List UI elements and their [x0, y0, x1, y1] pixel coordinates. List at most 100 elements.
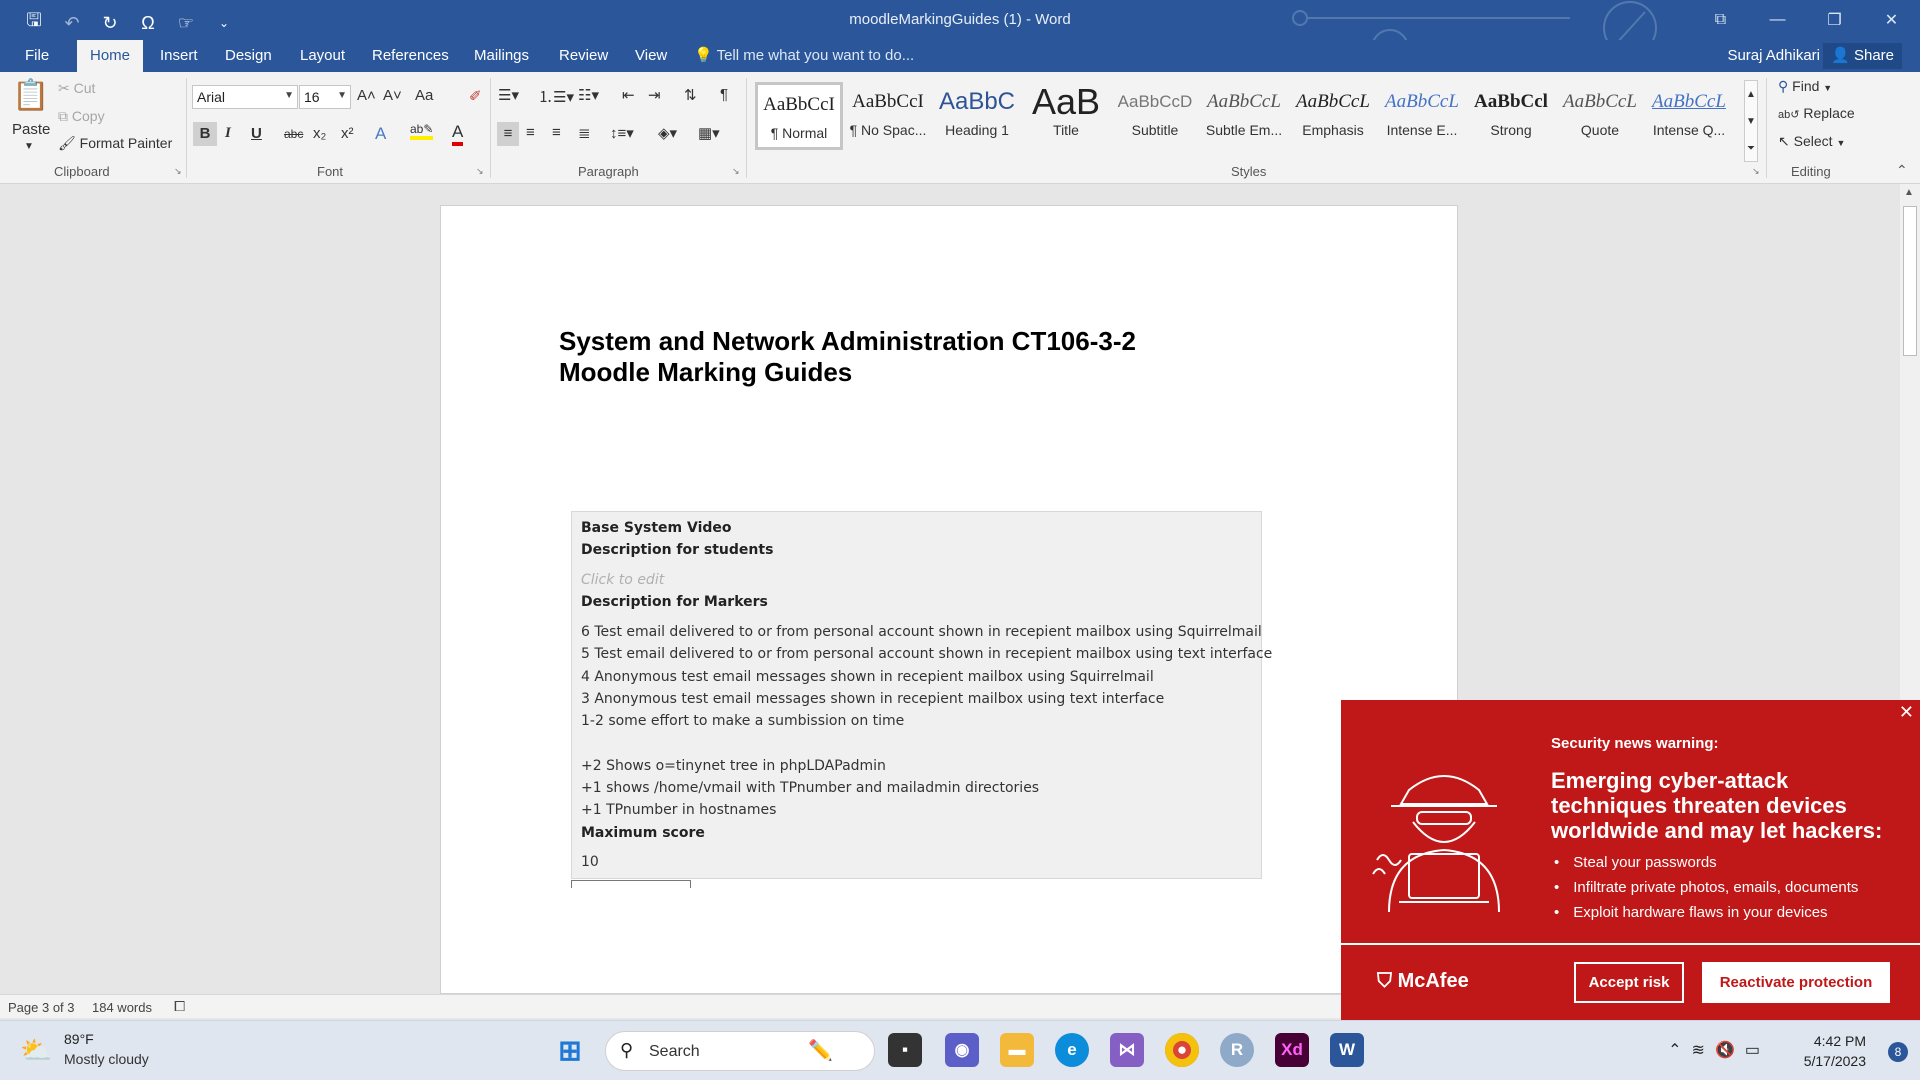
tell-me-search[interactable]: 💡 Tell me what you want to do... [694, 40, 914, 72]
paste-dropdown-icon[interactable]: ▼ [24, 141, 34, 152]
style-normal[interactable]: AaBbCcI ¶ Normal [755, 82, 843, 150]
battery-icon[interactable]: ▭ [1745, 1042, 1770, 1059]
shading-icon[interactable]: ◈▾ [658, 124, 677, 142]
sort-icon[interactable]: ⇅ [684, 86, 697, 104]
page-count[interactable]: Page 3 of 3 [8, 1000, 75, 1015]
file-explorer-icon[interactable]: ▬ [1000, 1033, 1034, 1067]
grow-font-button[interactable]: A˄ [357, 87, 376, 104]
clipboard-launcher-icon[interactable]: ↘ [174, 166, 182, 177]
tab-insert[interactable]: Insert [147, 40, 211, 72]
style-quote[interactable]: AaBbCcL Quote [1556, 82, 1644, 150]
bullets-icon[interactable]: ☰▾ [498, 86, 519, 104]
chrome-icon[interactable]: ● [1165, 1033, 1199, 1067]
tab-view[interactable]: View [622, 40, 680, 72]
style-intense-quote[interactable]: AaBbCcL Intense Q... [1645, 82, 1733, 150]
decrease-indent-icon[interactable]: ⇤ [622, 86, 635, 104]
style-no-spacing[interactable]: AaBbCcI ¶ No Spac... [844, 82, 932, 150]
style-intense-emphasis[interactable]: AaBbCcL Intense E... [1378, 82, 1466, 150]
chat-icon[interactable]: ◉ [945, 1033, 979, 1067]
superscript-button[interactable]: x² [341, 125, 354, 142]
font-name-combo[interactable]: Arial ▼ [192, 85, 298, 109]
wifi-icon[interactable]: ≋ [1692, 1042, 1715, 1059]
strikethrough-button[interactable]: abc [284, 127, 303, 141]
start-icon[interactable]: ⊞ [553, 1033, 587, 1067]
adobe-xd-icon[interactable]: Xd [1275, 1033, 1309, 1067]
styles-scroll-icon[interactable]: ▲ ▼ ⏷ [1744, 80, 1758, 162]
underline-button[interactable]: U [251, 125, 262, 142]
bold-button[interactable]: B [193, 122, 217, 146]
text-effects-icon[interactable]: A [375, 124, 386, 144]
select-button[interactable]: ↖ Select ▼ [1778, 133, 1845, 150]
style-subtitle[interactable]: AaBbCcD Subtitle [1111, 82, 1199, 150]
align-center-icon[interactable]: ≡ [526, 124, 535, 141]
tab-layout[interactable]: Layout [287, 40, 358, 72]
styles-launcher-icon[interactable]: ↘ [1752, 166, 1760, 177]
proofing-icon[interactable]: ⧠ [174, 998, 185, 1015]
accept-risk-button[interactable]: Accept risk [1574, 962, 1684, 1003]
multilevel-list-icon[interactable]: ☷▾ [578, 86, 599, 104]
cut-button[interactable]: ✂ Cut [58, 80, 95, 97]
ribbon-display-icon[interactable]: ⧉ [1692, 0, 1749, 40]
restore-button[interactable]: ❐ [1806, 0, 1863, 40]
numbering-icon[interactable]: ⒈☰▾ [538, 86, 574, 107]
document-page[interactable]: System and Network Administration CT106-… [440, 205, 1458, 994]
paste-button[interactable]: Paste [12, 121, 50, 138]
chevron-up-icon[interactable]: ⌃ [1668, 1042, 1691, 1059]
collapse-ribbon-icon[interactable]: ⌃ [1896, 162, 1908, 179]
marking-guide-box[interactable]: Base System Video Description for studen… [571, 511, 1272, 879]
paste-icon[interactable]: 📋 [12, 78, 49, 118]
italic-button[interactable]: I [225, 125, 231, 142]
weather-cloud-icon[interactable]: ⛅ [20, 1035, 52, 1066]
weather-temperature[interactable]: 89°F [64, 1031, 94, 1047]
scroll-up-icon[interactable]: ▲ [1904, 187, 1914, 198]
volume-muted-icon[interactable]: 🔇 [1715, 1042, 1745, 1059]
show-formatting-icon[interactable]: ¶ [720, 86, 728, 103]
subscript-button[interactable]: x₂ [313, 125, 326, 142]
align-right-icon[interactable]: ≡ [552, 124, 561, 141]
replace-button[interactable]: ab↺ Replace [1778, 105, 1855, 121]
terminal-icon[interactable]: ▪ [888, 1033, 922, 1067]
user-name[interactable]: Suraj Adhikari [1727, 40, 1820, 72]
justify-icon[interactable]: ≣ [578, 124, 591, 142]
word-count[interactable]: 184 words [92, 1000, 152, 1015]
increase-indent-icon[interactable]: ⇥ [648, 86, 661, 104]
copy-button[interactable]: ⧉ Copy [58, 108, 105, 125]
style-strong[interactable]: AaBbCcl Strong [1467, 82, 1555, 150]
font-launcher-icon[interactable]: ↘ [476, 166, 484, 177]
find-button[interactable]: ⚲ Find ▼ [1778, 78, 1832, 95]
clock[interactable]: 4:42 PM 5/17/2023 [1804, 1031, 1866, 1071]
notification-badge[interactable]: 8 [1888, 1042, 1908, 1062]
style-title[interactable]: AaB Title [1022, 82, 1110, 150]
highlight-icon[interactable]: ab✎ [410, 122, 434, 140]
tab-file[interactable]: File [12, 40, 62, 72]
paragraph-launcher-icon[interactable]: ↘ [732, 166, 740, 177]
share-button[interactable]: 👤 Share [1823, 43, 1902, 69]
style-subtle-emphasis[interactable]: AaBbCcL Subtle Em... [1200, 82, 1288, 150]
style-heading-1[interactable]: AaBbC Heading 1 [933, 82, 1021, 150]
r-icon[interactable]: R [1220, 1033, 1254, 1067]
clear-formatting-icon[interactable]: ✐ [469, 87, 482, 105]
taskbar-search[interactable]: ⚲ Search ✏️ [605, 1031, 875, 1071]
word-icon[interactable]: W [1330, 1033, 1364, 1067]
align-left-icon[interactable]: ≡ [497, 122, 519, 146]
line-spacing-icon[interactable]: ↕≡▾ [610, 124, 634, 142]
system-tray[interactable]: ⌃≋🔇▭ [1668, 1040, 1770, 1060]
change-case-button[interactable]: Aa [415, 87, 433, 104]
tab-mailings[interactable]: Mailings [461, 40, 542, 72]
format-painter-button[interactable]: 🖌 Format Painter [58, 135, 172, 152]
minimize-button[interactable]: — [1749, 0, 1806, 40]
edge-icon[interactable]: e [1055, 1033, 1089, 1067]
font-size-combo[interactable]: 16 ▼ [299, 85, 351, 109]
click-to-edit-placeholder[interactable]: Click to edit [581, 572, 664, 588]
font-color-icon[interactable]: A [452, 122, 464, 146]
tab-review[interactable]: Review [546, 40, 621, 72]
close-button[interactable]: ✕ [1863, 0, 1920, 40]
tab-references[interactable]: References [359, 40, 462, 72]
close-icon[interactable]: ✕ [1899, 702, 1914, 723]
borders-icon[interactable]: ▦▾ [698, 124, 720, 142]
style-emphasis[interactable]: AaBbCcL Emphasis [1289, 82, 1377, 150]
scroll-thumb[interactable] [1903, 206, 1917, 356]
weather-description[interactable]: Mostly cloudy [64, 1051, 149, 1067]
shrink-font-button[interactable]: A˅ [383, 87, 402, 104]
tab-design[interactable]: Design [212, 40, 285, 72]
